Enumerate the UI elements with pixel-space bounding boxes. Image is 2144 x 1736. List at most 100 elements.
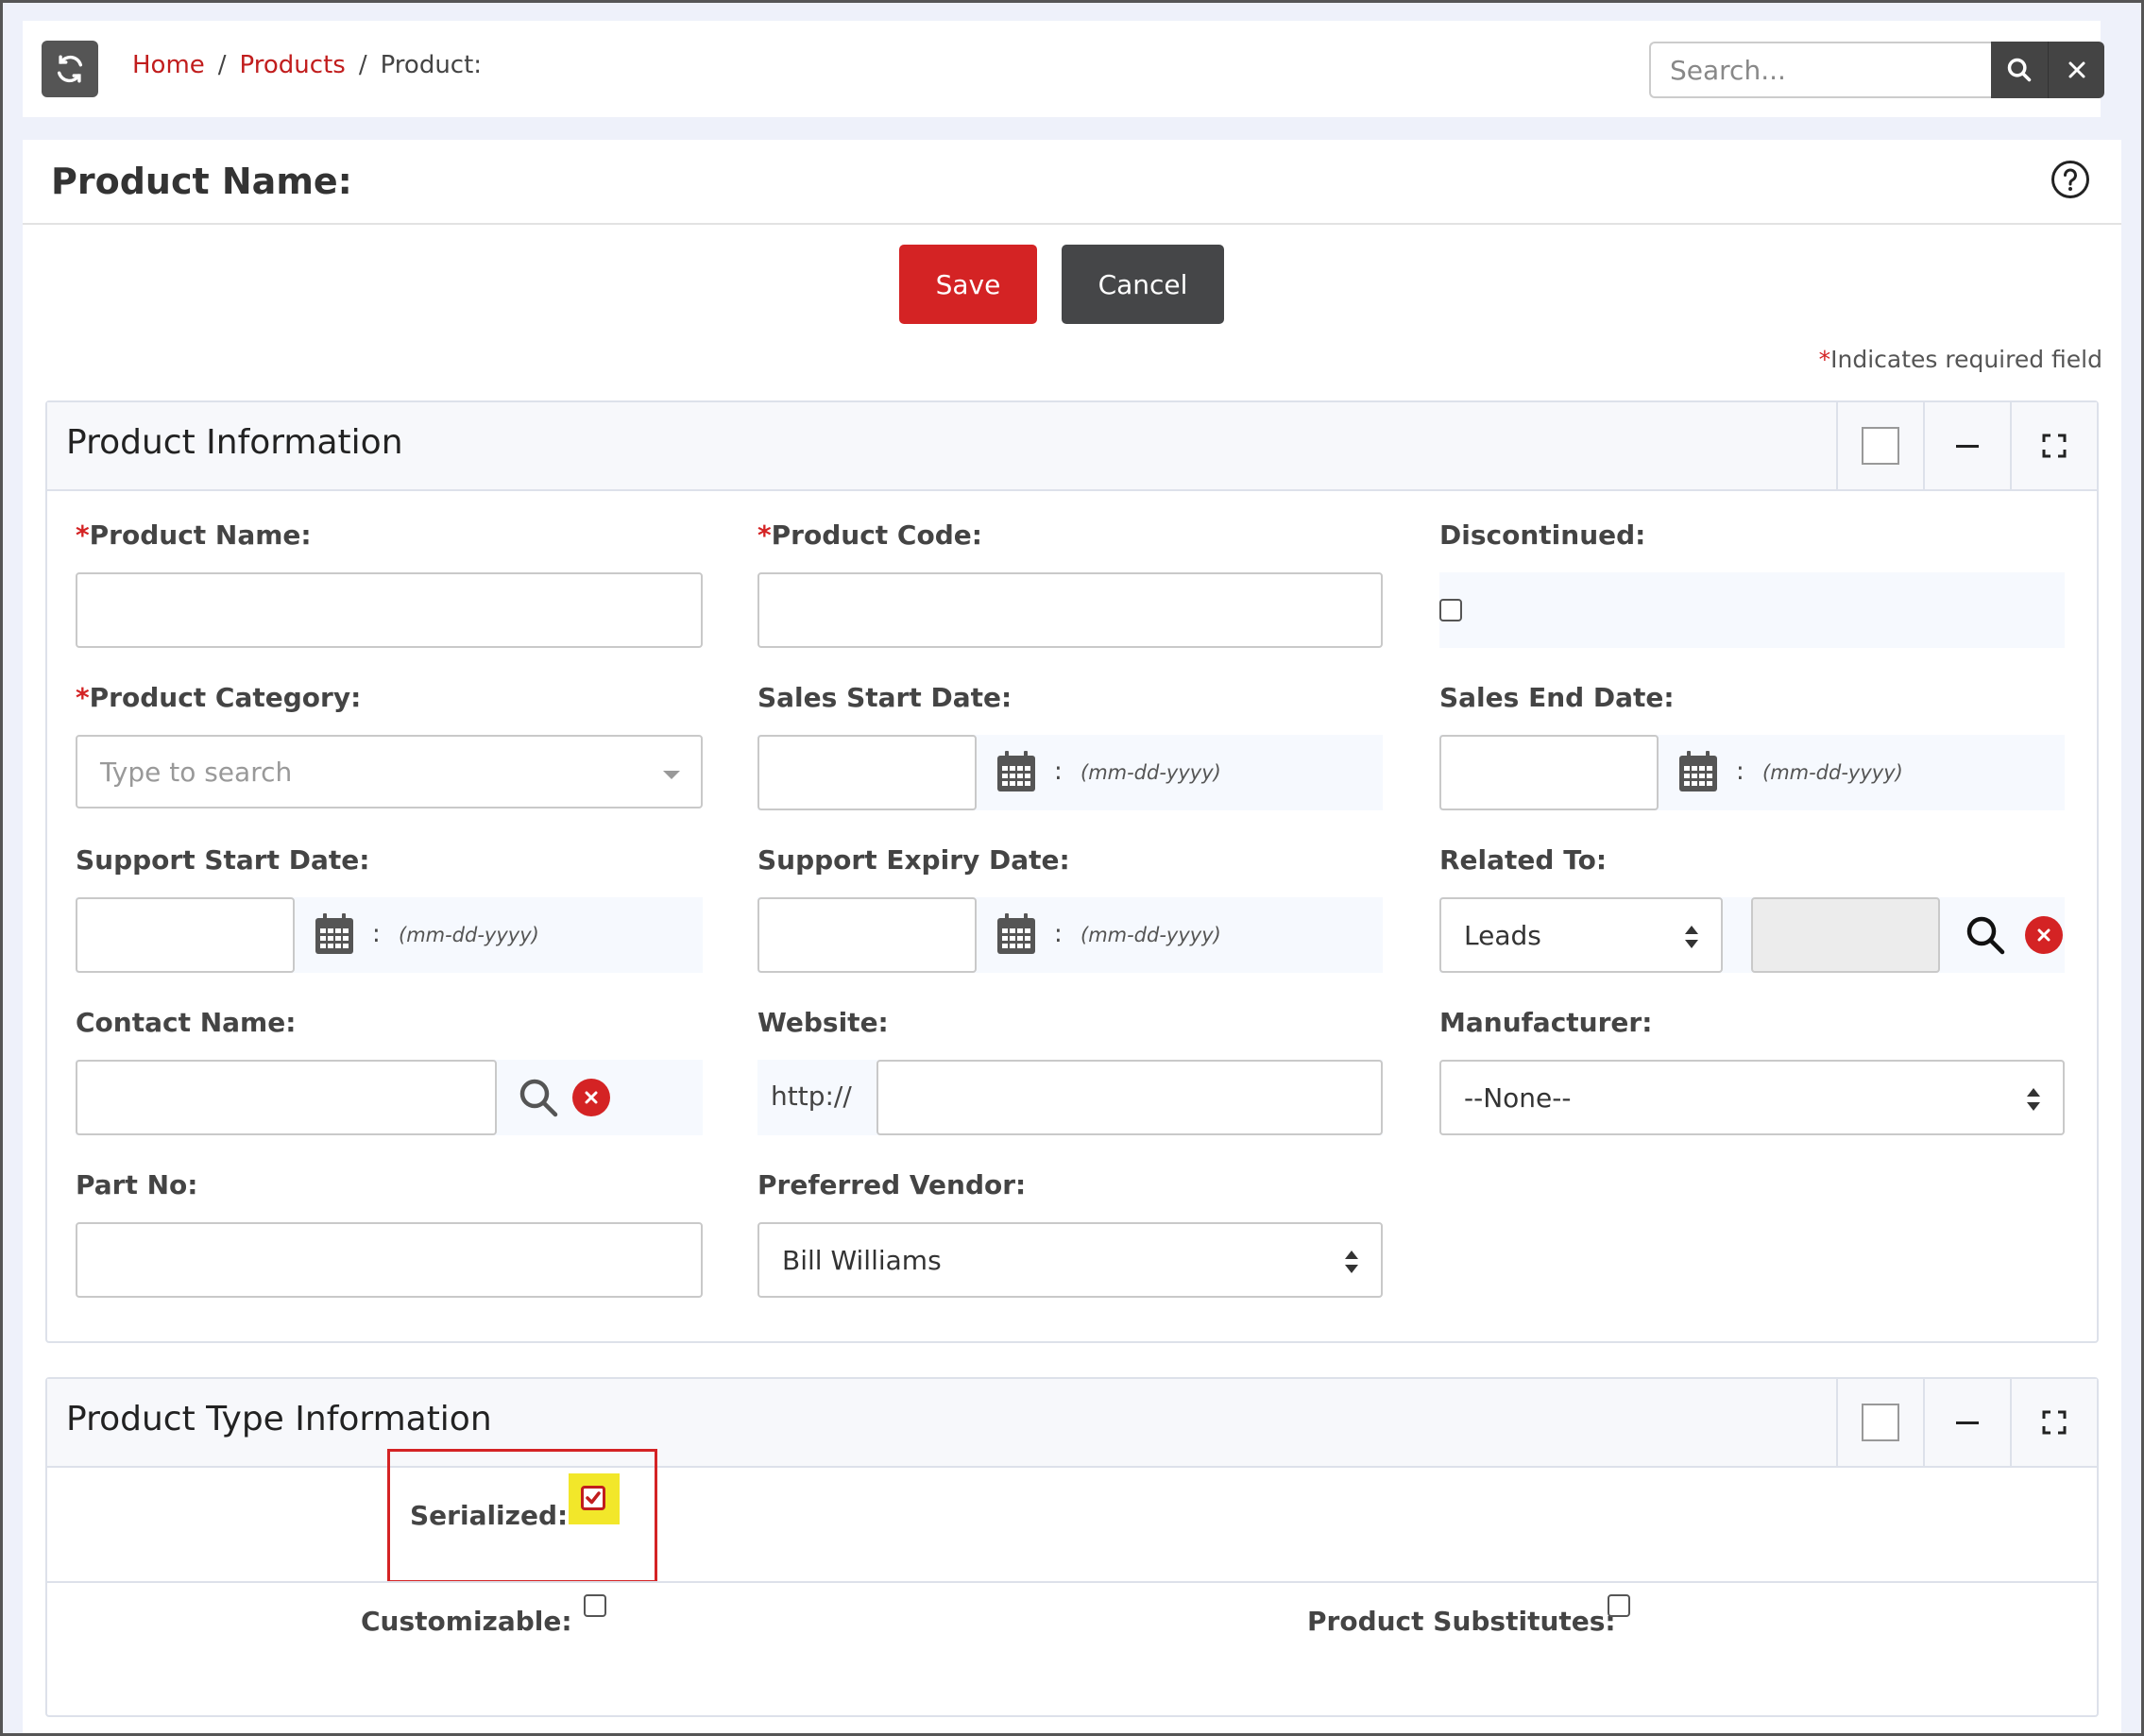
date-separator: : xyxy=(1736,757,1744,786)
product-category-placeholder: Type to search xyxy=(100,756,293,788)
product-substitutes-checkbox[interactable] xyxy=(1608,1594,1630,1617)
help-icon[interactable] xyxy=(2050,159,2091,200)
square-icon xyxy=(1862,1404,1899,1441)
panel-collapse-button[interactable] xyxy=(1923,402,2010,489)
breadcrumb-separator: / xyxy=(358,51,367,79)
part-no-label: Part No: xyxy=(76,1169,198,1200)
website-prefix: http:// xyxy=(771,1081,852,1112)
date-format-hint: (mm-dd-yyyy) xyxy=(1081,924,1221,946)
product-category-select[interactable]: Type to search xyxy=(76,735,703,808)
related-to-label: Related To: xyxy=(1439,844,1608,876)
preferred-vendor-value: Bill Williams xyxy=(782,1244,942,1276)
search-icon[interactable] xyxy=(1965,914,2006,956)
panel-collapse-button[interactable] xyxy=(1923,1379,2010,1466)
discontinued-label: Discontinued: xyxy=(1439,519,1646,551)
serialized-checkbox[interactable] xyxy=(581,1486,605,1510)
label-text: Product Category: xyxy=(89,682,362,713)
chevron-down-icon xyxy=(663,771,680,779)
panel-header: Product Type Information xyxy=(47,1379,2097,1468)
square-icon xyxy=(1862,427,1899,465)
support-expiry-date-label: Support Expiry Date: xyxy=(757,844,1070,876)
calendar-icon[interactable] xyxy=(995,912,1037,956)
sales-start-date-field: : (mm-dd-yyyy) xyxy=(757,735,1383,810)
related-to-record-input[interactable] xyxy=(1751,897,1940,973)
expand-icon xyxy=(2042,1410,2067,1435)
related-to-select[interactable]: Leads xyxy=(1439,897,1723,973)
breadcrumb-current: Product: xyxy=(380,51,483,79)
breadcrumb-home-link[interactable]: Home xyxy=(132,51,205,79)
discontinued-checkbox[interactable] xyxy=(1439,599,1462,621)
cancel-button[interactable]: Cancel xyxy=(1062,245,1224,324)
website-field: http:// xyxy=(757,1060,1383,1135)
calendar-icon[interactable] xyxy=(1677,750,1719,793)
discontinued-field xyxy=(1439,572,2065,648)
sales-end-date-input[interactable] xyxy=(1439,735,1659,810)
sales-end-date-label: Sales End Date: xyxy=(1439,682,1675,713)
contact-name-input[interactable] xyxy=(76,1060,497,1135)
save-button[interactable]: Save xyxy=(899,245,1037,324)
calendar-icon[interactable] xyxy=(995,750,1037,793)
title-divider xyxy=(23,223,2121,225)
support-expiry-date-input[interactable] xyxy=(757,897,977,973)
preferred-vendor-label: Preferred Vendor: xyxy=(757,1169,1027,1200)
product-name-label: *Product Name: xyxy=(76,519,312,551)
required-star: * xyxy=(1818,346,1831,373)
contact-name-label: Contact Name: xyxy=(76,1007,297,1038)
search-icon xyxy=(2007,58,2032,82)
date-separator: : xyxy=(372,920,381,948)
preferred-vendor-select[interactable]: Bill Williams xyxy=(757,1222,1383,1298)
customizable-checkbox[interactable] xyxy=(584,1594,606,1617)
product-type-information-panel: Product Type Information Serialized: Cus… xyxy=(45,1377,2099,1717)
close-icon xyxy=(2037,928,2050,942)
product-code-input[interactable] xyxy=(757,572,1383,648)
checkmark-icon xyxy=(586,1491,601,1505)
sort-arrows-icon xyxy=(2027,1088,2040,1111)
product-category-label: *Product Category: xyxy=(76,682,361,713)
label-text: Product Name: xyxy=(89,519,312,551)
breadcrumb-products-link[interactable]: Products xyxy=(240,51,346,79)
support-expiry-date-field: : (mm-dd-yyyy) xyxy=(757,897,1383,973)
breadcrumb-separator: / xyxy=(217,51,227,79)
required-field-note: *Indicates required field xyxy=(1819,346,2102,373)
panel-select-button[interactable] xyxy=(1836,402,1923,489)
product-code-label: *Product Code: xyxy=(757,519,982,551)
panel-expand-button[interactable] xyxy=(2010,1379,2097,1466)
search-input[interactable] xyxy=(1649,42,1991,98)
clear-search-button[interactable] xyxy=(2048,42,2104,98)
expand-icon xyxy=(2042,434,2067,458)
row-divider xyxy=(47,1581,2097,1583)
search-button[interactable] xyxy=(1991,42,2048,98)
search-icon[interactable] xyxy=(518,1077,559,1118)
close-icon xyxy=(2068,61,2084,78)
sort-arrows-icon xyxy=(1685,926,1698,948)
website-input[interactable] xyxy=(876,1060,1383,1135)
date-separator: : xyxy=(1054,920,1063,948)
minus-icon xyxy=(1956,1421,1979,1424)
product-substitutes-label: Product Substitutes: xyxy=(1307,1606,1616,1637)
support-start-date-input[interactable] xyxy=(76,897,295,973)
panel-title: Product Type Information xyxy=(66,1400,492,1438)
panel-select-button[interactable] xyxy=(1836,1379,1923,1466)
related-to-field: Leads xyxy=(1439,897,2065,973)
product-name-input[interactable] xyxy=(76,572,703,648)
manufacturer-select[interactable]: --None-- xyxy=(1439,1060,2065,1135)
calendar-icon[interactable] xyxy=(314,912,355,956)
clear-related-button[interactable] xyxy=(2025,916,2063,954)
contact-name-field xyxy=(76,1060,703,1135)
required-note-text: Indicates required field xyxy=(1830,346,2102,373)
panel-expand-button[interactable] xyxy=(2010,402,2097,489)
date-format-hint: (mm-dd-yyyy) xyxy=(1081,761,1221,784)
support-start-date-label: Support Start Date: xyxy=(76,844,370,876)
product-information-panel: Product Information *Product Name: *Prod… xyxy=(45,400,2099,1343)
sales-start-date-input[interactable] xyxy=(757,735,977,810)
close-icon xyxy=(585,1091,598,1104)
manufacturer-label: Manufacturer: xyxy=(1439,1007,1653,1038)
clear-contact-button[interactable] xyxy=(572,1079,610,1116)
support-start-date-field: : (mm-dd-yyyy) xyxy=(76,897,703,973)
part-no-input[interactable] xyxy=(76,1222,703,1298)
sort-arrows-icon xyxy=(1345,1251,1358,1273)
refresh-button[interactable] xyxy=(42,41,98,97)
panel-header: Product Information xyxy=(47,402,2097,491)
required-star: * xyxy=(76,682,90,713)
serialized-label: Serialized: xyxy=(410,1500,569,1531)
